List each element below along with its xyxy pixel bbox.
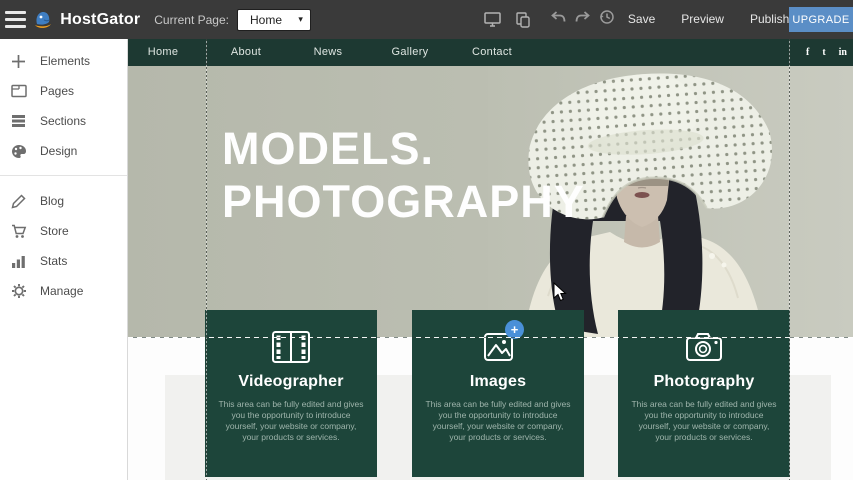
sidebar-divider xyxy=(0,175,127,176)
nav-item-home[interactable]: Home xyxy=(148,39,179,66)
desktop-view-icon[interactable] xyxy=(483,11,503,29)
sidebar-item-label: Sections xyxy=(40,114,86,128)
card-body: This area can be fully edited and gives … xyxy=(618,399,790,443)
facebook-icon[interactable]: f xyxy=(806,47,809,58)
site-nav: Home About News Gallery Contact f t in xyxy=(128,39,853,66)
social-links: f t in xyxy=(806,39,847,66)
sidebar-item-label: Pages xyxy=(40,84,74,98)
topbar: HostGator Current Page: Home ▾ xyxy=(0,0,853,39)
twitter-icon[interactable]: t xyxy=(822,47,825,58)
sidebar-item-label: Stats xyxy=(40,254,67,268)
gear-icon xyxy=(10,283,27,300)
sections-icon xyxy=(10,113,27,130)
page-icon xyxy=(10,83,27,100)
sidebar-item-elements[interactable]: Elements xyxy=(0,46,127,76)
palette-icon xyxy=(10,143,27,160)
pencil-icon xyxy=(10,193,27,210)
sidebar-item-pages[interactable]: Pages xyxy=(0,76,127,106)
redo-icon[interactable] xyxy=(575,11,590,29)
device-view-group xyxy=(483,11,533,29)
sidebar-item-design[interactable]: Design xyxy=(0,136,127,166)
hero-title-line1: MODELS. xyxy=(222,122,585,175)
card-images[interactable]: + Images This area can be fully edited a… xyxy=(412,310,584,477)
hero-section[interactable]: MODELS. PHOTOGRAPHY xyxy=(128,66,853,337)
card-videographer[interactable]: Videographer This area can be fully edit… xyxy=(205,310,377,477)
sidebar-item-blog[interactable]: Blog xyxy=(0,186,127,216)
stats-icon xyxy=(10,253,27,270)
linkedin-icon[interactable]: in xyxy=(839,47,847,58)
sidebar: Elements Pages Sections Design Blo xyxy=(0,39,128,480)
undo-icon[interactable] xyxy=(551,11,566,29)
hero-title[interactable]: MODELS. PHOTOGRAPHY xyxy=(222,122,585,228)
sidebar-item-manage[interactable]: Manage xyxy=(0,276,127,306)
card-title: Photography xyxy=(618,373,790,391)
card-body: This area can be fully edited and gives … xyxy=(412,399,584,443)
sidebar-item-label: Elements xyxy=(40,54,90,68)
sidebar-item-label: Blog xyxy=(40,194,64,208)
nav-item-gallery[interactable]: Gallery xyxy=(392,39,429,66)
nav-item-news[interactable]: News xyxy=(314,39,343,66)
sidebar-item-label: Store xyxy=(40,224,69,238)
sidebar-item-label: Design xyxy=(40,144,77,158)
upgrade-button[interactable]: UPGRADE xyxy=(789,7,853,32)
page-select-dropdown[interactable]: Home ▾ xyxy=(237,9,311,31)
hostgator-logo: HostGator xyxy=(32,9,140,31)
card-photography[interactable]: Photography This area can be fully edite… xyxy=(618,310,790,477)
cart-icon xyxy=(10,223,27,240)
card-title: Images xyxy=(412,373,584,391)
site-preview-canvas[interactable]: Home About News Gallery Contact f t in xyxy=(128,39,853,480)
builder-window: HostGator Current Page: Home ▾ xyxy=(0,0,853,480)
gator-icon xyxy=(32,9,54,31)
history-icon[interactable] xyxy=(599,9,615,30)
current-page-label: Current Page: xyxy=(154,13,229,27)
chevron-down-icon: ▾ xyxy=(298,14,303,25)
brand-name: HostGator xyxy=(60,11,140,29)
sidebar-item-sections[interactable]: Sections xyxy=(0,106,127,136)
hero-title-line2: PHOTOGRAPHY xyxy=(222,175,585,228)
sidebar-item-stats[interactable]: Stats xyxy=(0,246,127,276)
camera-icon xyxy=(618,327,790,367)
save-button[interactable]: Save xyxy=(615,0,668,39)
add-image-button[interactable]: + xyxy=(505,320,524,339)
menu-icon[interactable] xyxy=(0,0,30,39)
history-group xyxy=(551,9,615,30)
film-icon xyxy=(205,327,377,367)
plus-icon xyxy=(10,53,27,70)
page-select-value: Home xyxy=(250,13,298,27)
card-body: This area can be fully edited and gives … xyxy=(205,399,377,443)
mobile-view-icon[interactable] xyxy=(513,11,533,29)
nav-item-about[interactable]: About xyxy=(231,39,261,66)
sidebar-item-store[interactable]: Store xyxy=(0,216,127,246)
preview-button[interactable]: Preview xyxy=(668,0,737,39)
nav-item-contact[interactable]: Contact xyxy=(472,39,512,66)
sidebar-item-label: Manage xyxy=(40,284,83,298)
image-add-icon: + xyxy=(412,327,584,367)
card-title: Videographer xyxy=(205,373,377,391)
